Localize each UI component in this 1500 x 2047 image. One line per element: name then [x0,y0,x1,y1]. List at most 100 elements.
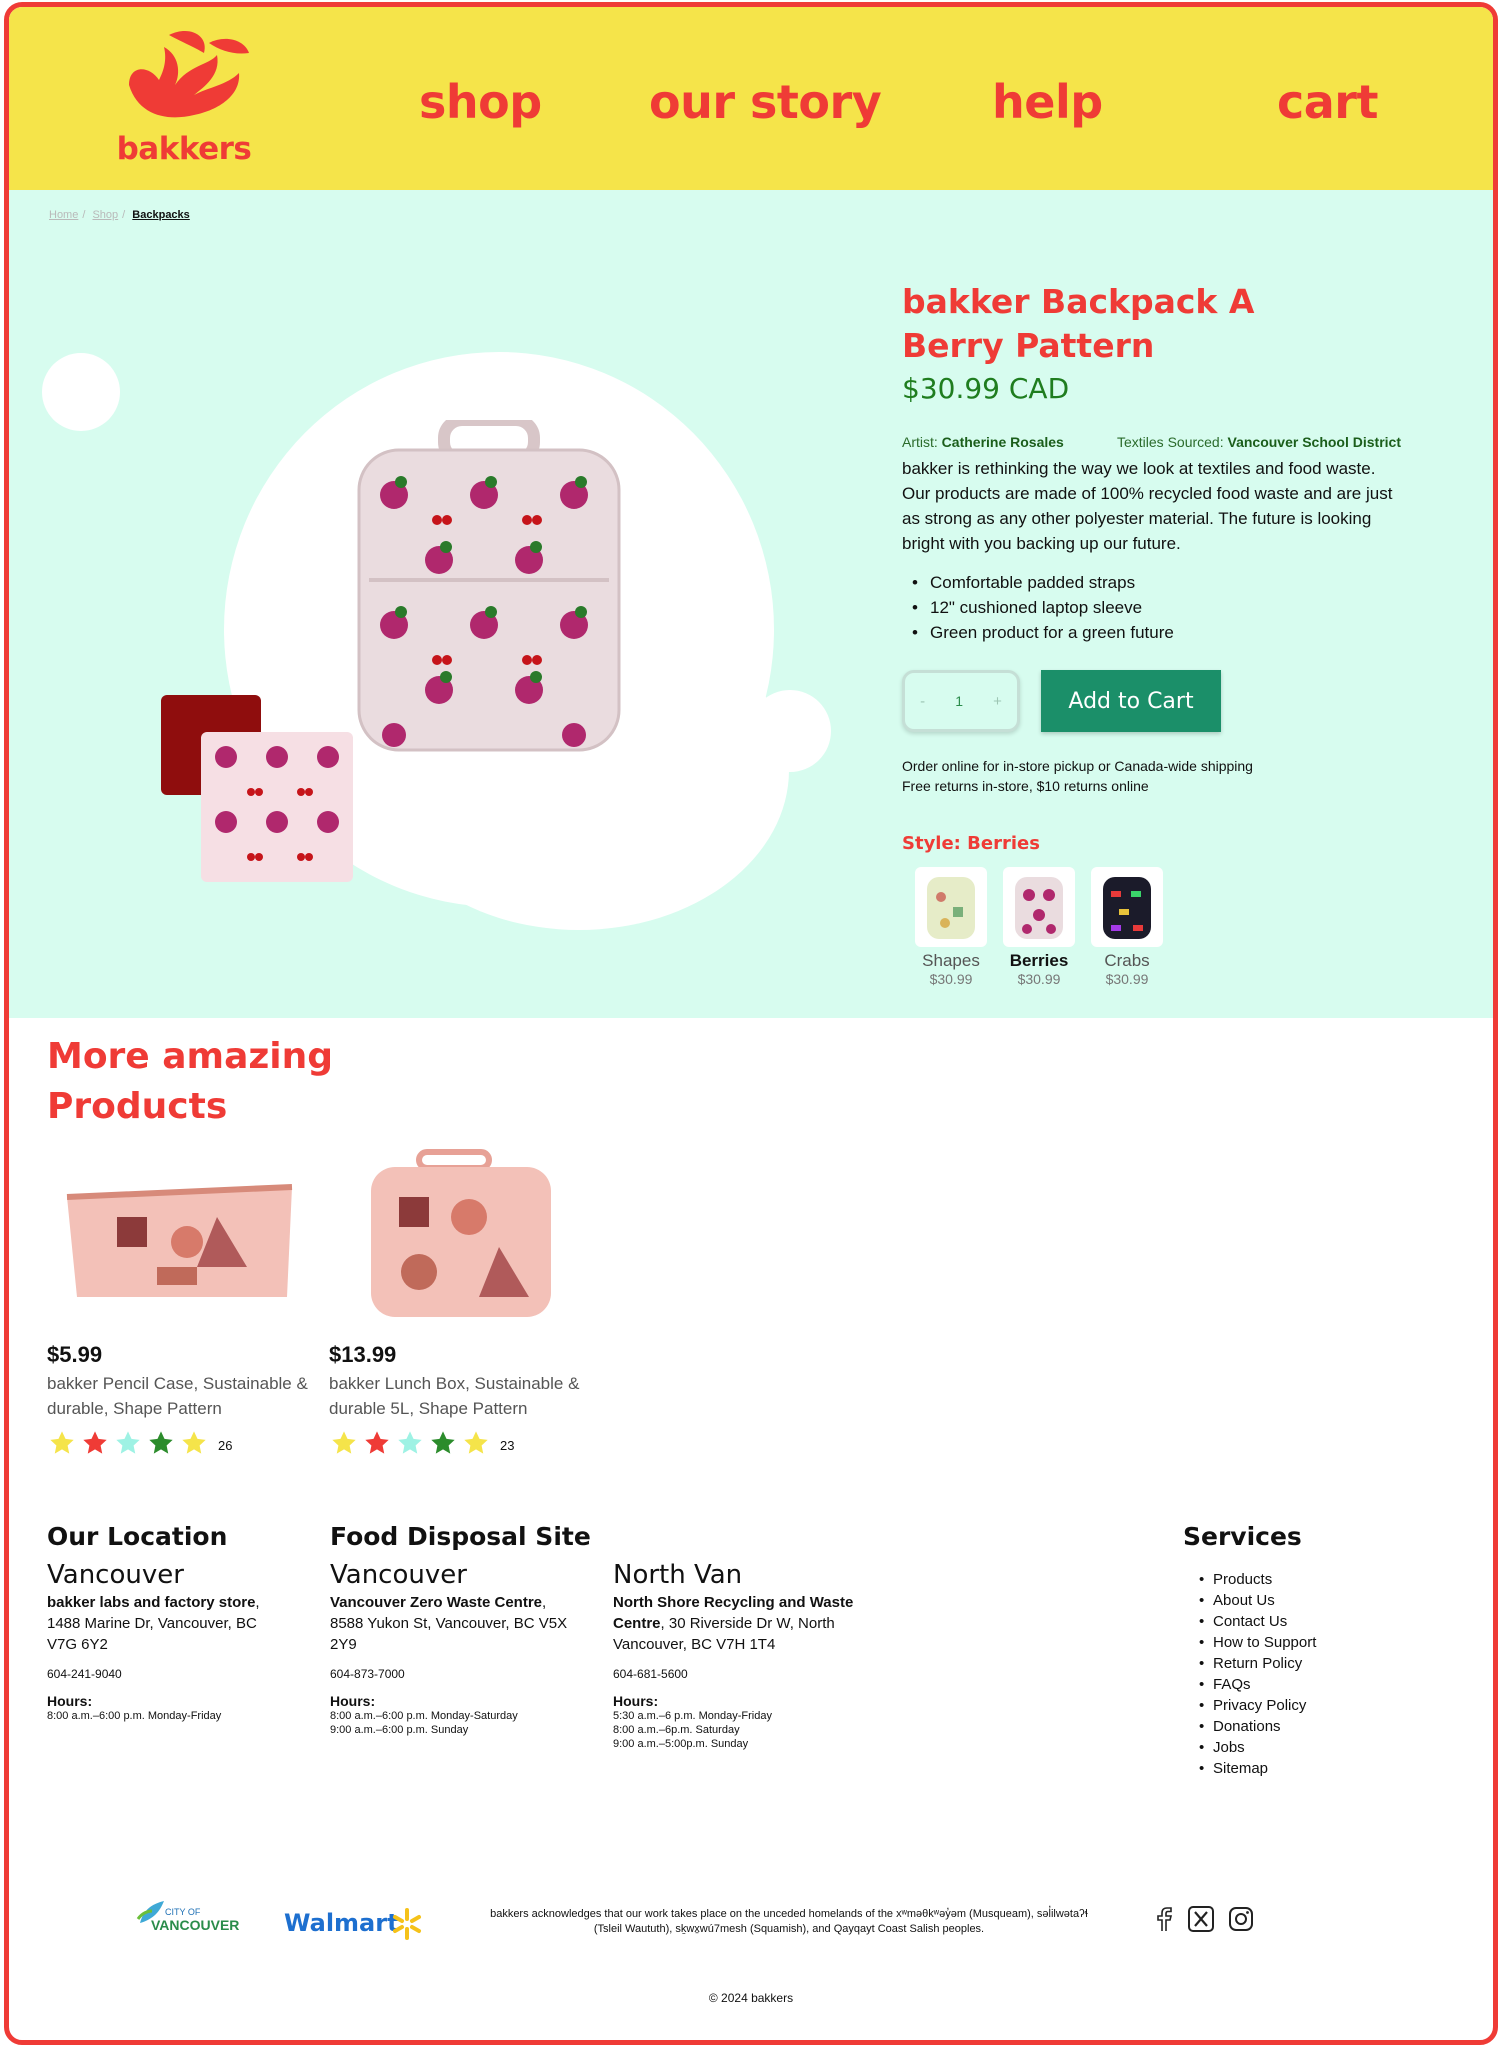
services-link[interactable]: Privacy Policy [1191,1695,1316,1716]
quantity-increment-button[interactable]: + [993,693,1002,710]
city-of-text: CITY OF [165,1907,201,1917]
services-link[interactable]: Jobs [1191,1737,1316,1758]
style-thumb-crabs [1091,867,1163,947]
bg-blob [42,353,120,431]
location-phone[interactable]: 604-681-5600 [613,1667,883,1681]
star-icon [395,1429,425,1462]
walmart-logo[interactable]: Walmart [284,1908,434,1943]
footer-location-heading: Our Location [47,1522,228,1551]
rating: 23 [329,1429,599,1462]
style-option-crabs[interactable]: Crabs $30.99 [1091,867,1163,987]
location-phone[interactable]: 604-873-7000 [330,1667,570,1681]
product-card[interactable]: $5.99 bakker Pencil Case, Sustainable & … [47,1147,317,1462]
hours-line: 8:00 a.m.–6:00 p.m. Monday-Friday [47,1710,222,1722]
nav-shop[interactable]: shop [419,75,542,129]
services-link[interactable]: Return Policy [1191,1653,1316,1674]
footer-disposal-heading: Food Disposal Site [330,1522,591,1551]
product-description: bakker is rethinking the way we look at … [902,459,1393,553]
heading-line: Products [47,1086,228,1127]
quantity-value[interactable]: 1 [955,693,963,709]
more-products-heading: More amazing Products [47,1032,333,1132]
location-city: North Van [613,1560,743,1590]
services-link[interactable]: About Us [1191,1590,1316,1611]
nav-cart[interactable]: cart [1277,75,1378,129]
card-title[interactable]: bakker Pencil Case, Sustainable & durabl… [47,1371,317,1421]
site-header: bakkers shop our story help cart [9,7,1493,190]
add-to-cart-button[interactable]: Add to Cart [1041,670,1221,732]
walmart-text: Walmart [284,1909,399,1937]
star-icon [362,1429,392,1462]
location-name: Vancouver Zero Waste Centre [330,1594,543,1611]
style-thumb-shapes [915,867,987,947]
land-acknowledgement: bakkers acknowledges that our work takes… [490,1908,1088,1935]
instagram-icon[interactable] [1226,1904,1256,1934]
quantity-stepper[interactable]: - 1 + [902,670,1020,732]
style-thumb-berries [1003,867,1075,947]
star-icon [461,1429,491,1462]
rating: 26 [47,1429,317,1462]
services-list: Products About Us Contact Us How to Supp… [1191,1569,1316,1779]
textiles-info: Textiles Sourced: Vancouver School Distr… [1117,434,1401,450]
brand-logo[interactable]: bakkers [109,25,259,175]
quantity-decrement-button[interactable]: - [920,693,925,710]
style-option-berries[interactable]: Berries $30.99 [1003,867,1075,987]
x-icon[interactable] [1186,1904,1216,1934]
services-link[interactable]: FAQs [1191,1674,1316,1695]
style-name: Berries [1009,951,1069,970]
style-price: $30.99 [929,971,973,987]
style-price: $30.99 [1017,971,1061,987]
location-address: bakker labs and factory store, 1488 Mari… [47,1592,287,1655]
feature-list: Comfortable padded straps 12" cushioned … [902,570,1174,645]
card-title[interactable]: bakker Lunch Box, Sustainable & durable … [329,1371,599,1421]
nav-help[interactable]: help [992,75,1103,129]
location-address: North Shore Recycling and Waste Centre, … [613,1592,883,1655]
page-frame: bakkers shop our story help cart Home / S… [4,2,1498,2045]
hours-line: 9:00 a.m.–5:00p.m. Sunday [613,1738,749,1750]
copyright: © 2024 bakkers [708,1991,794,2005]
footer-services-heading: Services [1183,1522,1302,1551]
shipping-line: Order online for in-store pickup or Cana… [902,758,1253,774]
services-link[interactable]: Products [1191,1569,1316,1590]
product-hero: Home / Shop / Backpacks bakker Backpack … [9,190,1493,1018]
style-name: Shapes [922,951,980,970]
breadcrumb-shop[interactable]: Shop [92,209,118,221]
services-link[interactable]: How to Support [1191,1632,1316,1653]
style-option-shapes[interactable]: Shapes $30.99 [915,867,987,987]
style-label: Style: Berries [902,833,1040,854]
feature-item: Green product for a green future [902,620,1174,645]
location-phone[interactable]: 604-241-9040 [47,1667,287,1681]
hours-line: 9:00 a.m.–6:00 p.m. Sunday [330,1724,469,1736]
style-price: $30.99 [1105,971,1149,987]
heading-line: More amazing [47,1036,334,1077]
brand-name: bakkers [116,131,252,167]
backpack-image [357,420,621,752]
product-title: bakker Backpack A Berry Pattern [902,282,1255,365]
bakkers-logo-icon [129,31,249,118]
rating-count: 23 [500,1438,515,1453]
nav-our-story[interactable]: our story [649,75,882,129]
city-of-vancouver-logo[interactable]: CITY OF VANCOUVER [134,1899,254,1943]
services-link[interactable]: Donations [1191,1716,1316,1737]
textiles-source: Vancouver School District [1227,434,1402,450]
star-icon [179,1429,209,1462]
artist-name: Catherine Rosales [941,434,1064,450]
breadcrumb: Home / Shop / Backpacks [49,209,190,221]
product-card[interactable]: $13.99 bakker Lunch Box, Sustainable & d… [329,1147,599,1462]
artist-label: Artist: [902,434,938,450]
feature-item: 12" cushioned laptop sleeve [902,595,1174,620]
star-icon [146,1429,176,1462]
breadcrumb-home[interactable]: Home [49,209,78,221]
services-link[interactable]: Sitemap [1191,1758,1316,1779]
services-link[interactable]: Contact Us [1191,1611,1316,1632]
card-price: $5.99 [47,1342,103,1367]
location-block: Vancouver Vancouver Zero Waste Centre, 8… [330,1560,570,1737]
facebook-icon[interactable] [1149,1904,1179,1934]
artist-info: Artist: Catherine Rosales [902,434,1064,450]
vancouver-text: VANCOUVER [151,1917,240,1933]
bg-blob [749,690,831,772]
walmart-spark-icon [393,1908,421,1940]
hours-line: 8:00 a.m.–6:00 p.m. Monday-Saturday [330,1710,518,1722]
hours-line: 8:00 a.m.–6p.m. Saturday [613,1724,740,1736]
location-address: Vancouver Zero Waste Centre, 8588 Yukon … [330,1592,570,1655]
returns-line: Free returns in-store, $10 returns onlin… [902,778,1149,794]
